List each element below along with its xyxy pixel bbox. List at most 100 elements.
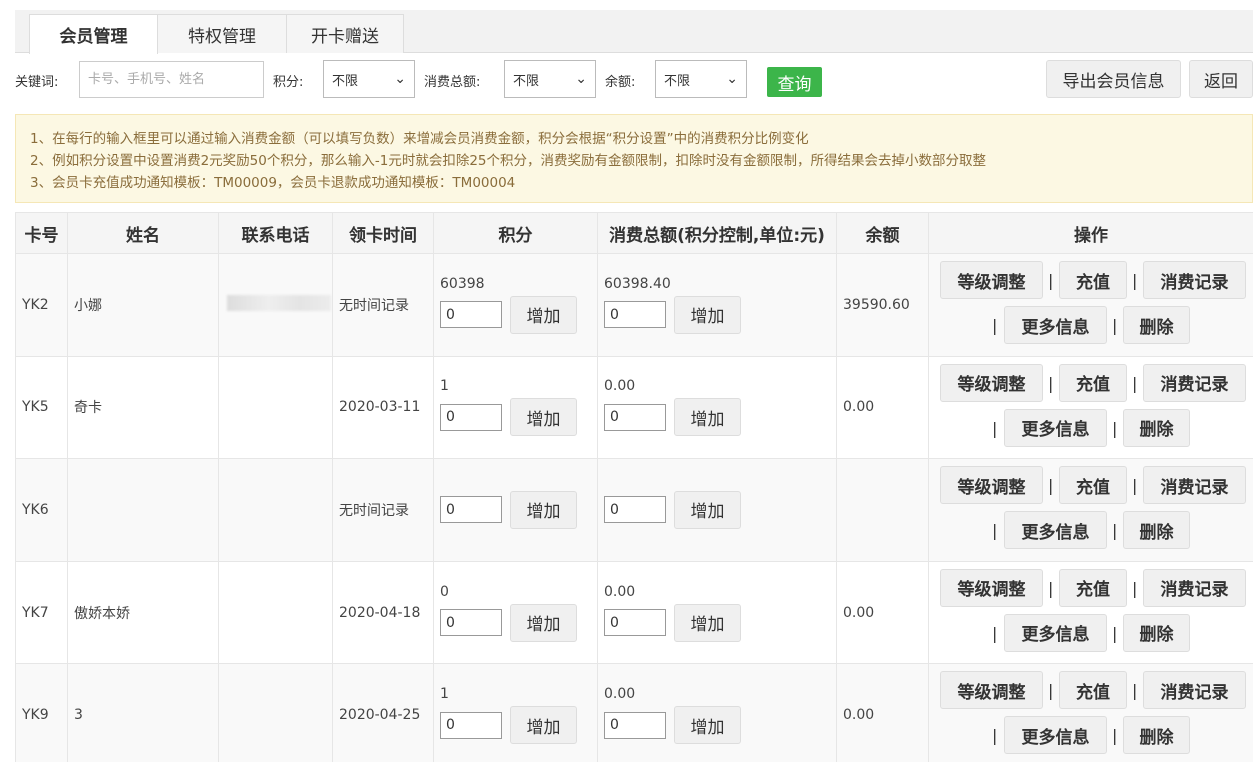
total-select[interactable]: 不限 ⌄ xyxy=(504,60,596,98)
cell-ops: 等级调整 | 充值 | 消费记录 | 更多信息 | 删除 xyxy=(928,253,1253,357)
level-adjust-button[interactable]: 等级调整 xyxy=(940,568,1043,607)
delete-button[interactable]: 删除 xyxy=(1123,306,1190,344)
more-info-button[interactable]: 更多信息 xyxy=(1004,613,1107,652)
separator: | xyxy=(1112,726,1118,746)
points-add-button[interactable]: 增加 xyxy=(510,706,577,745)
table-row: YK932020-04-251增加0.00增加0.00等级调整|充值|消费记录|… xyxy=(15,663,1253,762)
more-info-button[interactable]: 更多信息 xyxy=(1004,306,1107,344)
export-member-button[interactable]: 导出会员信息 xyxy=(1046,60,1181,98)
chevron-down-icon: ⌄ xyxy=(726,71,738,87)
total-add-button[interactable]: 增加 xyxy=(674,706,741,745)
total-adjust-input[interactable] xyxy=(604,301,666,329)
query-button[interactable]: 查询 xyxy=(767,67,822,97)
points-value: 1 xyxy=(440,686,449,703)
balance-select[interactable]: 不限 ⌄ xyxy=(655,60,747,98)
total-add-button[interactable]: 增加 xyxy=(674,603,741,642)
header-balance: 余额 xyxy=(836,212,929,254)
consumption-records-button[interactable]: 消费记录 xyxy=(1143,568,1246,607)
points-adjust-input[interactable] xyxy=(440,711,502,739)
separator: | xyxy=(992,726,998,746)
keyword-input[interactable] xyxy=(79,61,264,98)
points-select[interactable]: 不限 ⌄ xyxy=(323,60,415,98)
back-button[interactable]: 返回 xyxy=(1189,60,1253,98)
points-add-button[interactable]: 增加 xyxy=(510,295,577,334)
recharge-button[interactable]: 充值 xyxy=(1059,568,1127,607)
consumption-records-button[interactable]: 消费记录 xyxy=(1143,363,1246,402)
tab-privilege-management[interactable]: 特权管理 xyxy=(157,14,287,53)
points-add-button[interactable]: 增加 xyxy=(510,398,577,437)
more-info-button[interactable]: 更多信息 xyxy=(1004,511,1107,550)
cell-card: YK6 xyxy=(15,458,68,562)
cell-ops: 等级调整 | 充值 | 消费记录 | 更多信息 | 删除 xyxy=(928,560,1253,665)
delete-button[interactable]: 删除 xyxy=(1123,408,1190,447)
consumption-records-button[interactable]: 消费记录 xyxy=(1143,261,1246,299)
cell-name: 小娜 xyxy=(67,253,219,357)
points-adjust-input[interactable] xyxy=(440,496,502,524)
separator: | xyxy=(992,623,998,643)
level-adjust-button[interactable]: 等级调整 xyxy=(940,363,1043,402)
delete-button[interactable]: 删除 xyxy=(1123,613,1190,652)
cell-phone xyxy=(218,458,333,562)
cell-time: 无时间记录 xyxy=(332,458,434,562)
points-adjust-input[interactable] xyxy=(440,403,502,431)
separator: | xyxy=(1112,418,1118,438)
points-add-button[interactable]: 增加 xyxy=(510,603,577,642)
notice-line: 1、在每行的输入框里可以通过输入消费金额（可以填写负数）来增减会员消费金额，积分… xyxy=(30,131,809,147)
header-card: 卡号 xyxy=(15,212,68,254)
recharge-button[interactable]: 充值 xyxy=(1059,466,1127,505)
points-adjust-input[interactable] xyxy=(440,609,502,637)
level-adjust-button[interactable]: 等级调整 xyxy=(940,671,1043,710)
more-info-button[interactable]: 更多信息 xyxy=(1004,408,1107,447)
total-add-button[interactable]: 增加 xyxy=(674,295,741,334)
table-row: YK6无时间记录增加增加等级调整|充值|消费记录|更多信息|删除 xyxy=(15,458,1253,562)
tab-card-gift[interactable]: 开卡赠送 xyxy=(286,14,404,53)
points-select-value: 不限 xyxy=(332,73,359,89)
table-row: YK2小娜无时间记录60398增加60398.40增加39590.60等级调整|… xyxy=(15,253,1253,357)
separator: | xyxy=(1132,578,1138,598)
consumption-records-button[interactable]: 消费记录 xyxy=(1143,671,1246,710)
level-adjust-button[interactable]: 等级调整 xyxy=(940,466,1043,505)
points-adjust-input[interactable] xyxy=(440,301,502,329)
total-adjust-input[interactable] xyxy=(604,609,666,637)
chevron-down-icon: ⌄ xyxy=(575,71,587,87)
cell-card: YK5 xyxy=(15,355,68,460)
cell-total: 60398.40增加 xyxy=(597,253,837,357)
cell-points: 1 增加 xyxy=(433,355,598,460)
points-label: 积分: xyxy=(273,75,304,90)
total-add-button[interactable]: 增加 xyxy=(674,490,741,529)
tab-member-management[interactable]: 会员管理 xyxy=(29,14,158,54)
separator: | xyxy=(992,418,998,438)
total-adjust-input[interactable] xyxy=(604,711,666,739)
total-adjust-input[interactable] xyxy=(604,403,666,431)
consumption-records-button[interactable]: 消费记录 xyxy=(1143,466,1246,505)
balance-select-value: 不限 xyxy=(664,73,691,89)
separator: | xyxy=(1132,373,1138,393)
total-add-button[interactable]: 增加 xyxy=(674,398,741,437)
tab-bar: 会员管理 特权管理 开卡赠送 xyxy=(15,10,1253,54)
table-row: YK5奇卡2020-03-111增加0.00增加0.00等级调整|充值|消费记录… xyxy=(15,355,1253,460)
separator: | xyxy=(1048,271,1054,290)
delete-button[interactable]: 删除 xyxy=(1123,511,1190,550)
cell-ops: 等级调整 | 充值 | 消费记录 | 更多信息 | 删除 xyxy=(928,663,1253,762)
level-adjust-button[interactable]: 等级调整 xyxy=(940,261,1043,299)
points-value: 60398 xyxy=(440,275,485,292)
recharge-button[interactable]: 充值 xyxy=(1059,261,1127,299)
delete-button[interactable]: 删除 xyxy=(1123,716,1190,755)
recharge-button[interactable]: 充值 xyxy=(1059,671,1127,710)
total-value: 0.00 xyxy=(604,583,636,600)
cell-phone xyxy=(218,355,333,460)
recharge-button[interactable]: 充值 xyxy=(1059,363,1127,402)
cell-ops: 等级调整 | 充值 | 消费记录 | 更多信息 | 删除 xyxy=(928,355,1253,460)
separator: | xyxy=(1048,681,1054,701)
points-add-button[interactable]: 增加 xyxy=(510,490,577,529)
cell-total: 0.00 增加 xyxy=(597,560,837,665)
filter-bar: 关键词: 积分: 不限 ⌄ 消费总额: 不限 ⌄ 余额: 不限 ⌄ 查询 导出会… xyxy=(0,56,1253,106)
cell-points: 1 增加 xyxy=(433,663,598,762)
cell-balance: 39590.60 xyxy=(836,253,929,357)
total-adjust-input[interactable] xyxy=(604,496,666,524)
cell-balance: 0.00 xyxy=(836,560,929,665)
cell-points: 60398 增加 xyxy=(433,253,598,357)
cell-points: 增加 xyxy=(433,458,598,562)
notice-box: 1、在每行的输入框里可以通过输入消费金额（可以填写负数）来增减会员消费金额，积分… xyxy=(15,114,1253,203)
more-info-button[interactable]: 更多信息 xyxy=(1004,716,1107,755)
